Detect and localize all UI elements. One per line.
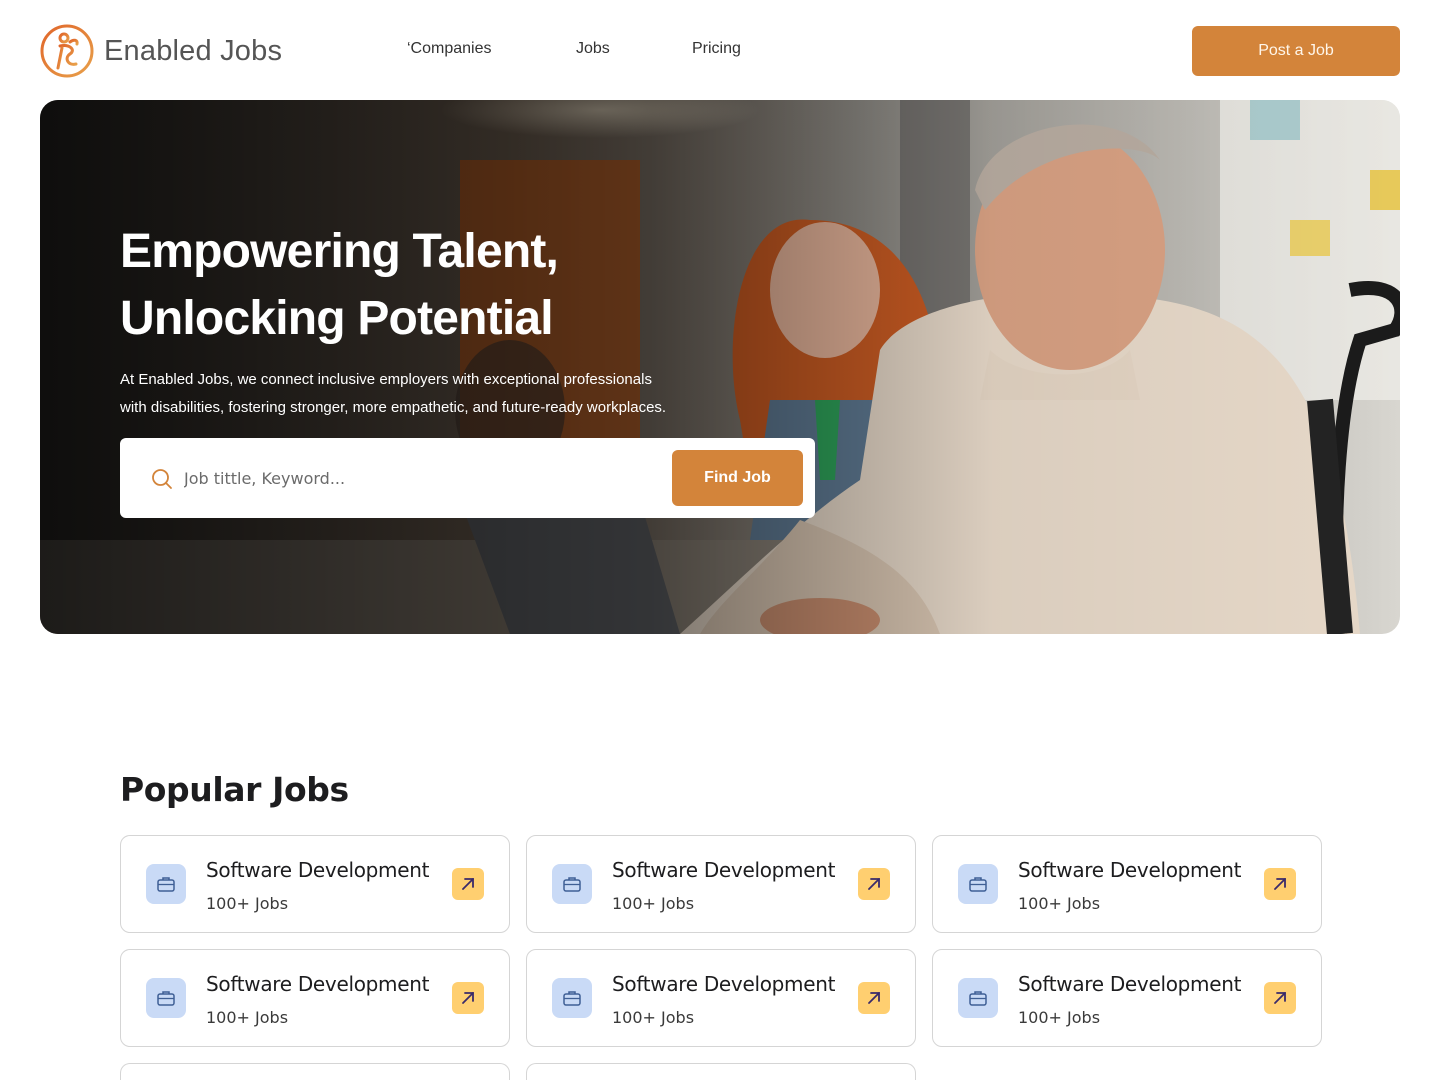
job-category-title: Software Development <box>206 858 430 882</box>
job-category-count: 100+ Jobs <box>612 894 695 913</box>
arrow-up-right-icon[interactable] <box>1264 868 1296 900</box>
nav-pricing[interactable]: Pricing <box>692 40 741 58</box>
job-category-card[interactable]: Software Development 100+ Jobs <box>526 835 916 933</box>
hero-banner: Empowering Talent, Unlocking Potential A… <box>40 100 1400 634</box>
nav-jobs[interactable]: Jobs <box>576 40 610 58</box>
hero-description-line-2: with disabilities, fostering stronger, m… <box>120 399 667 416</box>
hero-description-line-1: At Enabled Jobs, we connect inclusive em… <box>120 371 652 388</box>
search-icon <box>152 469 172 489</box>
job-category-title: Software Development <box>612 972 836 996</box>
job-category-count: 100+ Jobs <box>612 1008 695 1027</box>
job-category-card[interactable]: Software Development 100+ Jobs <box>932 949 1322 1047</box>
job-category-card-partial[interactable] <box>120 1063 510 1080</box>
job-category-card[interactable]: Software Development 100+ Jobs <box>526 949 916 1047</box>
arrow-up-right-icon[interactable] <box>452 868 484 900</box>
arrow-up-right-icon[interactable] <box>1264 982 1296 1014</box>
logo-icon <box>40 24 94 78</box>
job-search-input[interactable] <box>184 460 644 496</box>
job-category-count: 100+ Jobs <box>1018 1008 1101 1027</box>
hero-description: At Enabled Jobs, we connect inclusive em… <box>120 366 740 422</box>
job-category-title: Software Development <box>206 972 430 996</box>
hero-title-line-1: Empowering Talent, <box>120 225 559 278</box>
arrow-up-right-icon[interactable] <box>452 982 484 1014</box>
briefcase-icon <box>552 864 592 904</box>
find-job-button[interactable]: Find Job <box>672 450 803 506</box>
job-category-title: Software Development <box>1018 972 1242 996</box>
briefcase-icon <box>146 978 186 1018</box>
nav-companies[interactable]: ‘Companies <box>407 40 491 58</box>
post-job-button[interactable]: Post a Job <box>1192 26 1400 76</box>
briefcase-icon <box>552 978 592 1018</box>
job-category-count: 100+ Jobs <box>1018 894 1101 913</box>
brand-name: Enabled Jobs <box>104 34 283 67</box>
briefcase-icon <box>958 864 998 904</box>
popular-jobs-title: Popular Jobs <box>120 770 349 809</box>
job-category-card[interactable]: Software Development 100+ Jobs <box>120 835 510 933</box>
job-search-bar: Find Job <box>120 438 815 518</box>
job-category-card[interactable]: Software Development 100+ Jobs <box>120 949 510 1047</box>
job-category-card[interactable]: Software Development 100+ Jobs <box>932 835 1322 933</box>
briefcase-icon <box>146 864 186 904</box>
hero-title: Empowering Talent, Unlocking Potential <box>120 218 740 352</box>
job-category-title: Software Development <box>1018 858 1242 882</box>
site-header: Enabled Jobs ‘Companies Jobs Pricing Pos… <box>0 0 1440 100</box>
briefcase-icon <box>958 978 998 1018</box>
arrow-up-right-icon[interactable] <box>858 868 890 900</box>
hero-title-line-2: Unlocking Potential <box>120 292 554 345</box>
job-category-count: 100+ Jobs <box>206 1008 289 1027</box>
job-category-title: Software Development <box>612 858 836 882</box>
job-category-card-partial[interactable] <box>526 1063 916 1080</box>
brand[interactable]: Enabled Jobs <box>40 24 282 78</box>
arrow-up-right-icon[interactable] <box>858 982 890 1014</box>
job-category-count: 100+ Jobs <box>206 894 289 913</box>
